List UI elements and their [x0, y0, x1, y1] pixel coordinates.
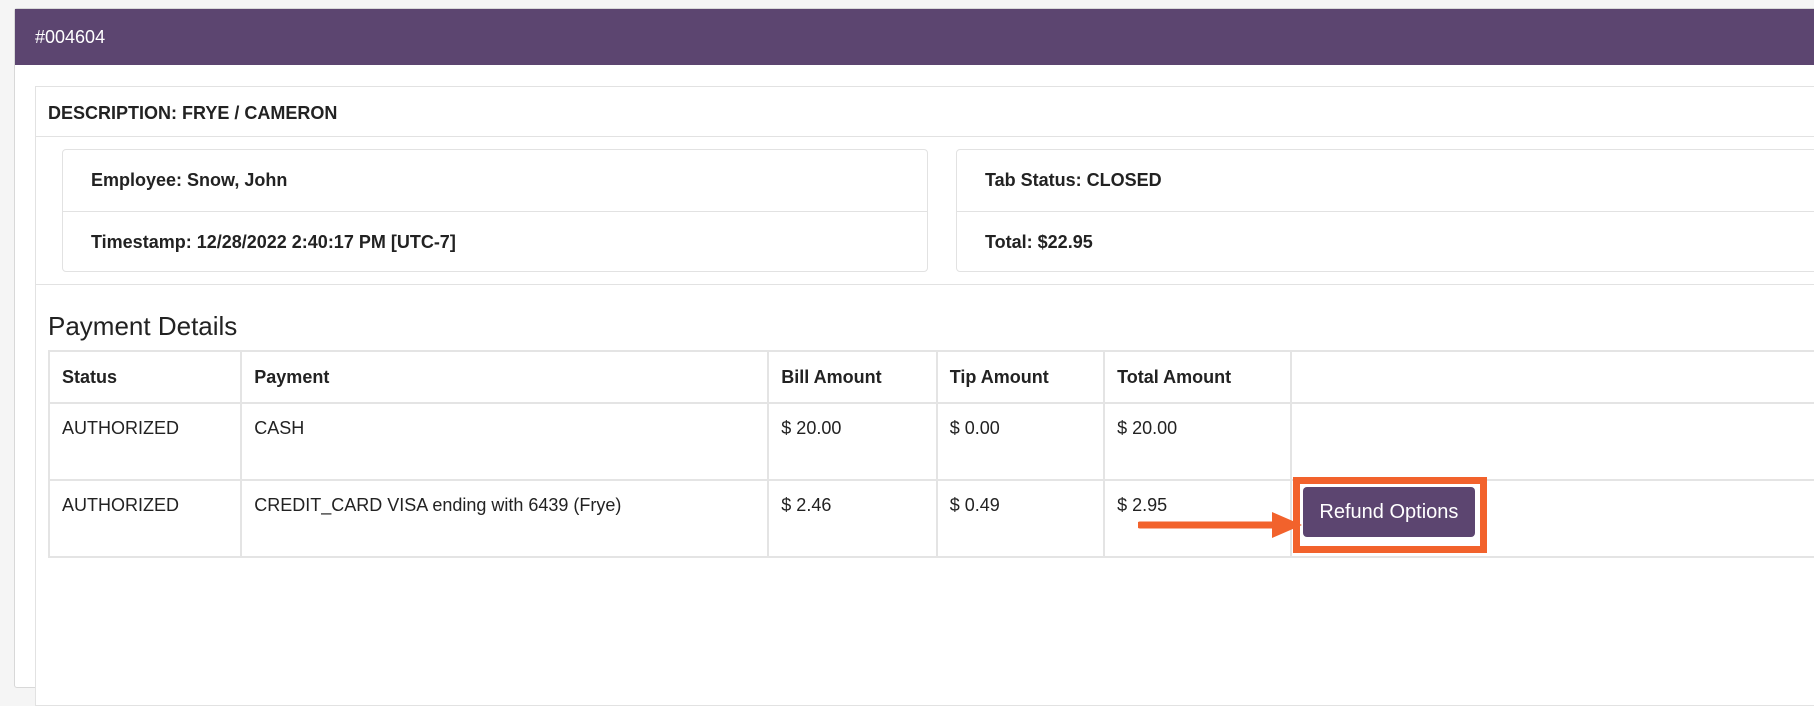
- actions-cell: Refund Options: [1289, 477, 1814, 558]
- description-text: DESCRIPTION: FRYE / CAMERON: [48, 103, 338, 123]
- table-row: AUTHORIZED CASH $ 20.00 $ 0.00 $ 20.00: [47, 402, 1814, 481]
- column-header-status: Status: [47, 350, 243, 404]
- actions-cell: [1289, 402, 1814, 481]
- order-details-container: DESCRIPTION: FRYE / CAMERON Employee: Sn…: [35, 86, 1814, 706]
- table-row: AUTHORIZED CREDIT_CARD VISA ending with …: [47, 477, 1814, 558]
- tab-status-row: Tab Status: CLOSED: [985, 170, 1162, 190]
- order-number: #004604: [35, 27, 106, 47]
- arrow-right-icon: [1138, 512, 1302, 538]
- timestamp-row: Timestamp: 12/28/2022 2:40:17 PM [UTC-7]: [63, 211, 927, 272]
- column-header-bill-amount: Bill Amount: [767, 350, 938, 404]
- table-header-row: Status Payment Bill Amount Tip Amount To…: [47, 350, 1814, 404]
- total-row: Total: $22.95: [957, 211, 1814, 272]
- tip-amount-cell: $ 0.00: [935, 402, 1106, 481]
- status-cell: AUTHORIZED: [47, 479, 243, 558]
- employee-info-card: Employee: Snow, John Timestamp: 12/28/20…: [62, 149, 928, 272]
- employee-row: Employee: Snow, John: [91, 170, 288, 190]
- tip-amount-cell: $ 0.49: [935, 479, 1106, 558]
- tab-info-card: Tab Status: CLOSED Total: $22.95: [956, 149, 1814, 272]
- payment-cell: CASH: [240, 402, 770, 481]
- payment-details-table: Status Payment Bill Amount Tip Amount To…: [47, 350, 1814, 558]
- bill-amount-cell: $ 20.00: [767, 402, 938, 481]
- bill-amount-cell: $ 2.46: [767, 479, 938, 558]
- order-panel: #004604 DESCRIPTION: FRYE / CAMERON Empl…: [14, 8, 1814, 706]
- total-amount-cell: $ 20.00: [1103, 402, 1292, 481]
- payment-details-title: Payment Details: [48, 311, 238, 341]
- payment-cell: CREDIT_CARD VISA ending with 6439 (Frye): [240, 479, 770, 558]
- column-header-tip-amount: Tip Amount: [935, 350, 1106, 404]
- column-header-actions: [1289, 350, 1814, 404]
- column-header-total-amount: Total Amount: [1103, 350, 1292, 404]
- status-cell: AUTHORIZED: [47, 402, 243, 481]
- refund-options-button[interactable]: Refund Options: [1302, 487, 1475, 537]
- info-area: Employee: Snow, John Timestamp: 12/28/20…: [36, 137, 1814, 285]
- description-row: DESCRIPTION: FRYE / CAMERON: [36, 87, 1814, 137]
- order-number-header: #004604: [15, 9, 1814, 65]
- column-header-payment: Payment: [240, 350, 770, 404]
